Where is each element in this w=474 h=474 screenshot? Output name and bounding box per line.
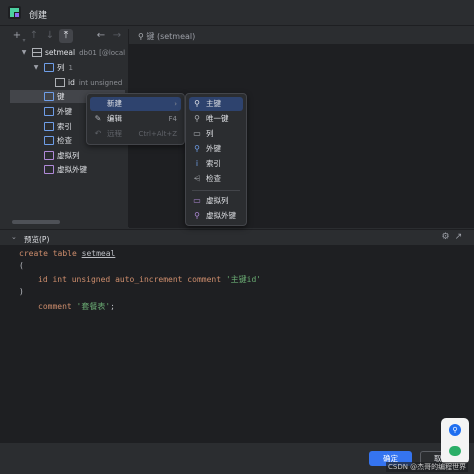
code-comment-kw: comment [38,302,77,311]
key-icon: ⚲ [194,99,200,108]
window-title: 创建 [29,11,48,21]
chat-icon [449,446,461,456]
code-keyword: create table [19,249,82,258]
column-icon [55,78,65,87]
tree-row-label: 索引 [57,122,72,131]
title-bar: 创建 [0,0,474,26]
tree-row-label: 虚拟列 [57,151,80,160]
tree-row-sub: 1 [68,64,73,72]
menu-item-shortcut: F4 [168,115,177,123]
open-external-icon[interactable]: ↗ [453,232,464,243]
folder-icon [44,151,54,160]
submenu-item-label: 索引 [206,159,221,168]
chevron-down-icon[interactable]: ▼ [32,61,40,74]
submenu-item-foreign-key[interactable]: ⚲ 外键 [189,142,243,156]
submenu-item-label: 虚拟列 [206,196,229,205]
foreign-key-icon: ⚲ [194,144,200,153]
tree-row-label: 虚拟外键 [57,165,87,174]
column-icon: ▭ [193,129,201,138]
submenu-item-label: 虚拟外键 [206,211,236,220]
submenu-item-unique-key[interactable]: ⚲ 唯一键 [189,112,243,126]
tree-toolbar: + ▾ ↑ ↓ ⤒ ← → [10,29,125,45]
key-outline-icon: ⚲ [194,114,200,123]
folder-icon [44,136,54,145]
context-menu: 新建 › ✎ 编辑 F4 ↶ 远程 Ctrl+Alt+Z [86,93,185,145]
submenu-item-primary-key[interactable]: ⚲ 主键 [189,97,243,111]
tree-row-virtual-foreign-keys[interactable]: 虚拟外键 [10,163,125,176]
app-logo-icon [8,6,21,19]
tree-row-label: setmeal [45,48,76,57]
tree-row-column-id[interactable]: idint unsigned (au [10,76,125,89]
folder-icon [44,165,54,174]
preview-label[interactable]: 预览(P) [24,234,49,245]
virtual-foreign-key-icon: ⚲ [194,211,200,220]
menu-item-shortcut: Ctrl+Alt+Z [138,130,177,138]
submenu-item-label: 唯一键 [206,114,229,123]
menu-separator [192,190,240,191]
code-close-paren: ) [19,287,24,296]
submenu-item-check[interactable]: ⩤ 检查 [189,172,243,186]
folder-icon [44,122,54,131]
tree-row-label: 列 [57,63,65,72]
submenu-item-virtual-foreign-key[interactable]: ⚲ 虚拟外键 [189,209,243,223]
submenu-item-column[interactable]: ▭ 列 [189,127,243,141]
menu-item-edit[interactable]: ✎ 编辑 F4 [90,112,181,126]
sql-preview[interactable]: create table setmeal ( id int unsigned a… [0,245,474,443]
tree-row-sub: db01 [@localho [79,49,125,57]
move-top-icon[interactable]: ⤒ [59,29,73,43]
submenu-item-virtual-column[interactable]: ▭ 虚拟列 [189,194,243,208]
move-down-icon[interactable]: ↓ [43,29,57,43]
gear-icon[interactable]: ⚙ [440,232,451,243]
right-pane-header: ⚲ 键 (setmeal) [138,31,195,42]
folder-icon [44,107,54,116]
right-pane-title: 键 (setmeal) [146,32,196,41]
code-string: '套餐表' [76,302,111,311]
submenu-item-label: 外键 [206,144,221,153]
move-up-icon[interactable]: ↑ [27,29,41,43]
menu-item-remote[interactable]: ↶ 远程 Ctrl+Alt+Z [90,127,181,141]
code-column-def: id int unsigned auto_increment comment [38,275,226,284]
submenu-item-label: 主键 [206,99,221,108]
menu-item-label: 新建 [107,99,122,108]
index-icon: ⅰ [195,159,199,168]
folder-icon [44,63,54,72]
virtual-column-icon: ▭ [193,196,201,205]
menu-item-label: 远程 [107,129,122,138]
folder-icon [44,92,54,101]
key-icon: ⚲ [138,32,144,41]
table-icon [32,48,42,57]
code-open-paren: ( [19,261,24,270]
submenu-item-label: 列 [206,129,214,138]
tree-row-sub: int unsigned (au [78,79,125,87]
chevron-down-icon[interactable]: ⌄ [11,233,17,241]
code-table-name: setmeal [81,249,116,258]
tree-row-virtual-columns[interactable]: 虚拟列 [10,149,125,162]
submenu-item-index[interactable]: ⅰ 索引 [189,157,243,171]
chevron-right-icon: › [174,100,177,108]
code-semicolon: ; [110,302,115,311]
submenu-item-label: 检查 [206,174,221,183]
tree-row-label: 检查 [57,136,72,145]
check-icon: ⩤ [193,174,201,183]
preview-header: ⌄ 预览(P) ⚙ ↗ [0,229,474,245]
watermark: CSDN @杰哥的编程世界 [386,462,469,472]
tree-row-setmeal[interactable]: ▼ setmealdb01 [@localho [10,46,125,59]
menu-item-new[interactable]: 新建 › [90,97,181,111]
tree-row-label: id [68,78,75,87]
pencil-icon: ✎ [94,114,102,123]
tree-row-columns[interactable]: ▼ 列1 [10,61,125,74]
assistant-icon: ⚲ [449,424,461,436]
tree-row-label: 外键 [57,107,72,116]
new-submenu: ⚲ 主键 ⚲ 唯一键 ▭ 列 ⚲ 外键 ⅰ 索引 ⩤ 检查 ▭ 虚拟列 ⚲ 虚拟… [185,93,247,226]
back-arrow-icon[interactable]: ← [94,29,108,43]
forward-arrow-icon[interactable]: → [110,29,124,43]
code-string: '主键id' [225,275,262,284]
chevron-down-icon[interactable]: ▼ [20,46,28,59]
tree-row-label: 键 [57,92,65,101]
undo-icon: ↶ [94,129,102,138]
floating-badge[interactable]: ⚲ [441,418,469,464]
tree-scrollbar[interactable] [12,220,60,224]
menu-item-label: 编辑 [107,114,122,123]
